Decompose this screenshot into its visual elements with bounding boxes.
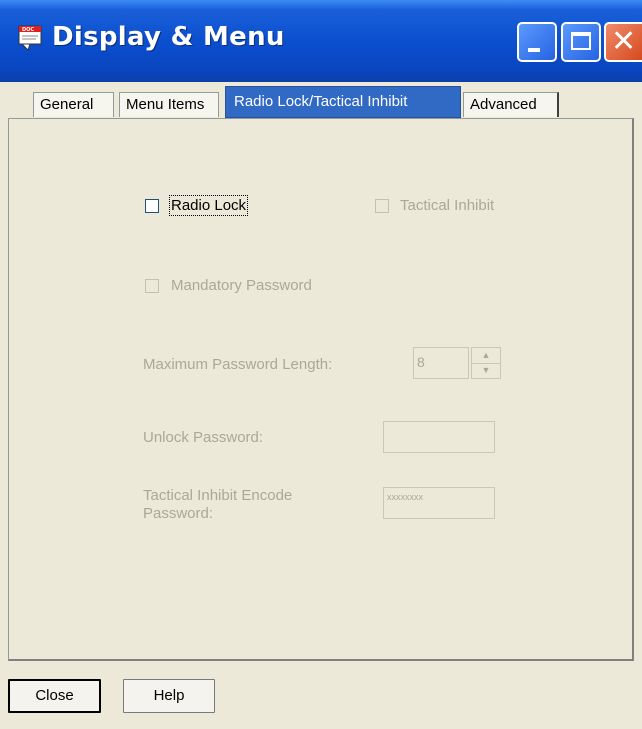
max-password-length-field[interactable]: 8 [413,347,469,379]
maximize-icon [571,32,591,50]
tab-menu-items[interactable]: Menu Items [119,92,219,117]
tactical-inhibit-checkbox[interactable] [375,199,389,213]
help-button[interactable]: Help [123,679,215,713]
tab-radio-lock-tactical-inhibit[interactable]: Radio Lock/Tactical Inhibit [225,86,461,118]
minimize-button[interactable] [517,22,557,62]
mandatory-password-label: Mandatory Password [171,277,312,294]
unlock-password-label: Unlock Password: [143,429,264,446]
minimize-icon [528,48,540,52]
unlock-password-field[interactable] [383,421,495,453]
close-icon: ✕ [611,24,637,59]
radio-lock-checkbox[interactable] [145,199,159,213]
svg-text:DOC: DOC [22,27,34,33]
tactical-encode-password-label-line2: Password: [143,505,214,522]
tab-advanced[interactable]: Advanced [463,92,559,117]
tactical-encode-password-label-line1: Tactical Inhibit Encode [143,487,293,504]
close-button[interactable]: Close [8,679,101,713]
max-password-length-label: Maximum Password Length: [143,356,333,373]
title-bar[interactable]: DOC Display & Menu ✕ [0,0,642,82]
doc-app-icon: DOC [18,25,42,51]
close-window-button[interactable]: ✕ [604,22,642,62]
tab-panel: Radio Lock Tactical Inhibit Mandatory Pa… [8,118,634,661]
mandatory-password-checkbox[interactable] [145,279,159,293]
spinner-up-icon[interactable]: ▲ [472,348,500,364]
spinner-down-icon[interactable]: ▼ [472,363,500,378]
max-password-length-spinner[interactable]: ▲ ▼ [471,347,501,379]
window-title: Display & Menu [52,22,285,52]
tactical-encode-password-field[interactable]: xxxxxxxx [383,487,495,519]
radio-lock-label[interactable]: Radio Lock [168,195,249,216]
tactical-inhibit-label: Tactical Inhibit [400,197,495,214]
tab-general[interactable]: General [33,92,114,117]
maximize-button[interactable] [561,22,601,62]
